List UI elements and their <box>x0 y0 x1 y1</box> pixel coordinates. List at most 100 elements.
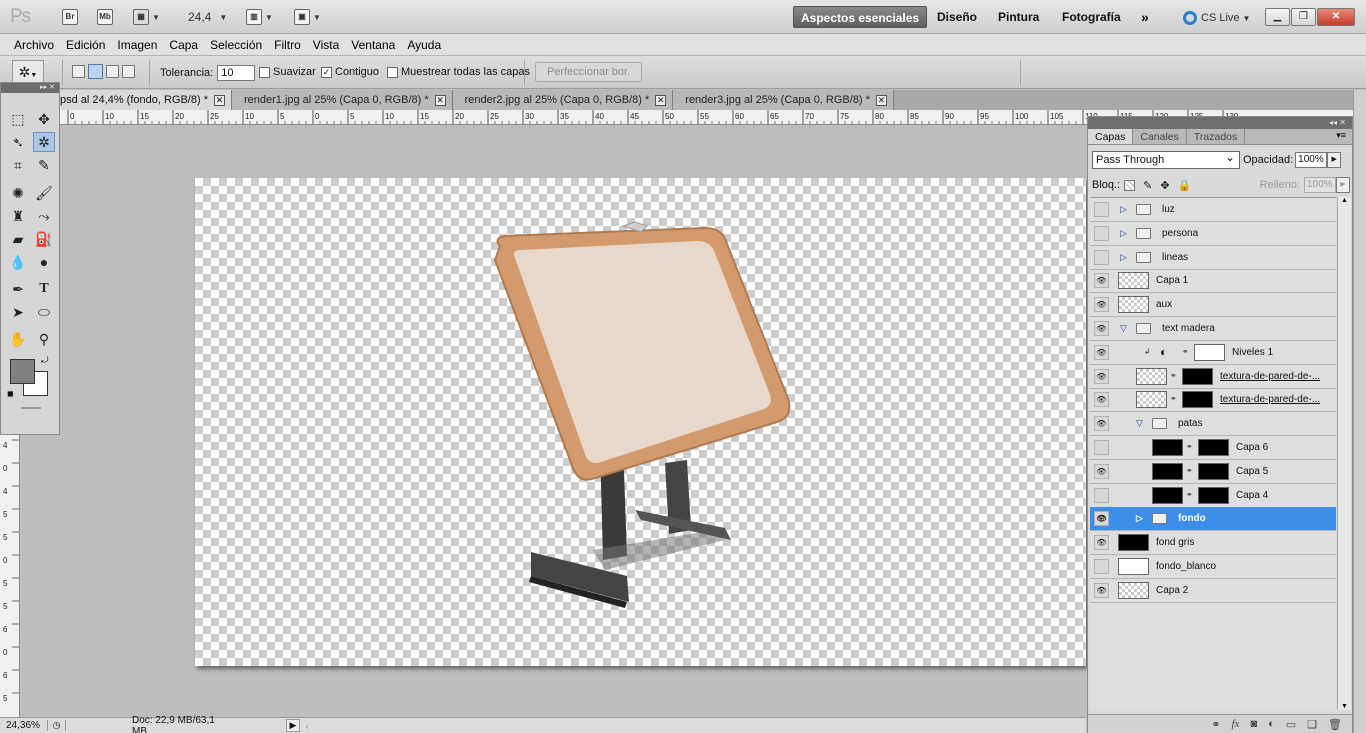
bridge-button[interactable]: Br <box>62 8 78 26</box>
workspace-photography[interactable]: Fotografía <box>1055 6 1128 28</box>
layers-panel-header[interactable]: ◂◂ ✕ <box>1088 117 1352 129</box>
blend-mode-dropdown[interactable]: Pass Through <box>1092 149 1240 169</box>
panel-menu-icon[interactable]: ▾≡ <box>1336 130 1346 141</box>
layer-thumbnail[interactable] <box>1118 534 1149 552</box>
layer-thumbnail[interactable] <box>1152 462 1183 480</box>
layer-row[interactable]: 👁 ▷ fondo <box>1090 507 1336 532</box>
layer-style-icon[interactable]: fx <box>1231 718 1239 730</box>
crop-tool[interactable]: ⌗ <box>7 155 29 175</box>
layer-row[interactable]: ⚭ Capa 6 <box>1090 436 1336 460</box>
opacity-slider-toggle[interactable]: ▶ <box>1327 152 1342 168</box>
layer-row[interactable]: ▷ lineas <box>1090 246 1336 270</box>
cs-live-button[interactable]: CS Live ▼ <box>1183 9 1250 27</box>
layer-row[interactable]: 👁 fond gris <box>1090 531 1336 556</box>
layer-row[interactable]: ▷ luz <box>1090 198 1336 222</box>
layer-row[interactable]: 👁 aux <box>1090 293 1336 318</box>
spot-healing-tool[interactable]: ✺ <box>7 183 29 203</box>
adjustment-layer-icon[interactable]: ◐ <box>1268 718 1275 730</box>
close-tab-icon[interactable]: ✕ <box>655 94 667 106</box>
eye-icon[interactable]: 👁 <box>1094 416 1109 432</box>
sample-all-layers-option[interactable]: Muestrear todas las capas <box>387 66 530 78</box>
menu-window[interactable]: Ventana <box>345 34 401 55</box>
eye-icon[interactable]: 👁 <box>1094 535 1109 551</box>
document-canvas[interactable] <box>195 178 1086 666</box>
eye-hidden-icon[interactable] <box>1094 487 1109 503</box>
tab-paths[interactable]: Trazados <box>1187 129 1246 144</box>
default-colors-icon[interactable]: ◼ <box>7 389 14 398</box>
layer-row[interactable]: 👁 ▽ patas <box>1090 412 1336 437</box>
fill-input[interactable]: 100% <box>1304 177 1336 193</box>
close-tab-icon[interactable]: ✕ <box>434 94 446 106</box>
layer-row[interactable]: 👁 ▽ text madera <box>1090 317 1336 341</box>
link-layers-icon[interactable]: ⚭ <box>1211 718 1220 731</box>
antialias-option[interactable]: Suavizar <box>259 66 316 78</box>
layer-row[interactable]: 👁 Capa 1 <box>1090 269 1336 294</box>
zoom-percentage-field[interactable]: 24,36% <box>0 720 48 731</box>
eyedropper-tool[interactable]: ✎ <box>33 155 55 175</box>
layer-thumbnail[interactable] <box>1118 581 1149 599</box>
layer-mask-thumbnail[interactable] <box>1198 462 1229 480</box>
type-tool[interactable]: T <box>33 279 55 299</box>
layer-row[interactable]: 👁 ⚭ Capa 5 <box>1090 460 1336 484</box>
layer-row[interactable]: 👁 ↲ ◐ ⚭ Niveles 1 <box>1090 341 1336 365</box>
layer-mask-thumbnail[interactable] <box>1198 439 1229 456</box>
more-workspaces-button[interactable]: » <box>1134 6 1156 28</box>
brush-tool[interactable]: 🖌 <box>33 183 55 203</box>
fill-slider-toggle[interactable]: ▶ <box>1336 177 1350 193</box>
menu-layer[interactable]: Capa <box>163 34 204 55</box>
rectangular-marquee-tool[interactable]: ⬚ <box>7 109 29 129</box>
lock-image-icon[interactable]: ✎ <box>1143 179 1152 192</box>
menu-image[interactable]: Imagen <box>111 34 163 55</box>
menu-file[interactable]: Archivo <box>8 34 60 55</box>
sample-all-layers-checkbox[interactable] <box>387 66 398 78</box>
layer-mask-thumbnail[interactable] <box>1182 367 1213 385</box>
layer-thumbnail[interactable] <box>1136 391 1167 409</box>
new-group-icon[interactable]: ▭ <box>1286 718 1296 731</box>
eye-icon[interactable]: 👁 <box>1094 392 1109 408</box>
vertical-ruler[interactable]: 4 0 4 5 5 0 5 5 6 0 6 5 <box>0 434 20 717</box>
paint-bucket-tool[interactable]: ⛽ <box>33 229 55 249</box>
clone-stamp-tool[interactable]: ♜ <box>7 206 29 226</box>
layer-row[interactable]: fondo_blanco <box>1090 555 1336 579</box>
pen-tool[interactable]: ✒ <box>7 279 29 299</box>
eye-hidden-icon[interactable] <box>1094 249 1109 265</box>
lock-transparent-icon[interactable] <box>1124 179 1136 191</box>
eye-icon[interactable]: 👁 <box>1094 463 1109 479</box>
screen-mode-button[interactable]: ▣ ▼ <box>294 8 321 26</box>
menu-help[interactable]: Ayuda <box>401 34 447 55</box>
layer-mask-thumbnail[interactable] <box>1182 391 1213 409</box>
add-mask-icon[interactable]: ◙ <box>1250 718 1257 730</box>
tolerance-input[interactable]: 10 <box>217 65 256 81</box>
eye-icon[interactable]: 👁 <box>1094 511 1109 527</box>
delete-layer-icon[interactable]: 🗑 <box>1328 718 1342 731</box>
eye-icon[interactable]: 👁 <box>1094 273 1109 289</box>
workspace-painting[interactable]: Pintura <box>991 6 1046 28</box>
tab-render3[interactable]: render3.jpg al 25% (Capa 0, RGB/8) * ✕ <box>673 90 894 110</box>
mask-link-icon[interactable]: ⚭ <box>1186 466 1193 475</box>
move-tool[interactable]: ✥ <box>33 109 55 129</box>
add-to-selection-icon[interactable] <box>88 64 103 79</box>
new-layer-icon[interactable]: ❏ <box>1307 718 1317 731</box>
minibridge-button[interactable]: Mb <box>97 8 113 26</box>
contiguous-option[interactable]: ✓ Contiguo <box>321 66 379 78</box>
status-menu-icon[interactable]: ◷ <box>48 720 66 731</box>
close-tab-icon[interactable]: ✕ <box>875 94 887 106</box>
eraser-tool[interactable]: ▰ <box>7 229 29 249</box>
menu-select[interactable]: Selección <box>204 34 268 55</box>
contiguous-checkbox[interactable]: ✓ <box>321 66 332 78</box>
new-selection-icon[interactable] <box>72 65 85 78</box>
lock-position-icon[interactable]: ✥ <box>1160 179 1169 192</box>
intersect-selection-icon[interactable] <box>122 65 135 78</box>
layer-thumbnail[interactable] <box>1152 439 1183 456</box>
eye-icon[interactable]: 👁 <box>1094 368 1109 384</box>
refine-edge-button[interactable]: Perfeccionar bor. <box>535 62 643 82</box>
close-window-button[interactable]: ✕ <box>1317 8 1355 26</box>
eye-hidden-icon[interactable] <box>1094 559 1109 574</box>
layer-thumbnail[interactable] <box>1118 558 1149 575</box>
scroll-down-icon[interactable]: ▼ <box>1338 703 1351 710</box>
eye-hidden-icon[interactable] <box>1094 440 1109 455</box>
layer-thumbnail[interactable] <box>1152 486 1183 504</box>
zoom-level-dropdown[interactable]: 24,4 ▼ <box>188 8 227 26</box>
layer-thumbnail[interactable] <box>1118 296 1149 314</box>
arrange-documents-button[interactable]: ▥ ▼ <box>246 8 273 26</box>
